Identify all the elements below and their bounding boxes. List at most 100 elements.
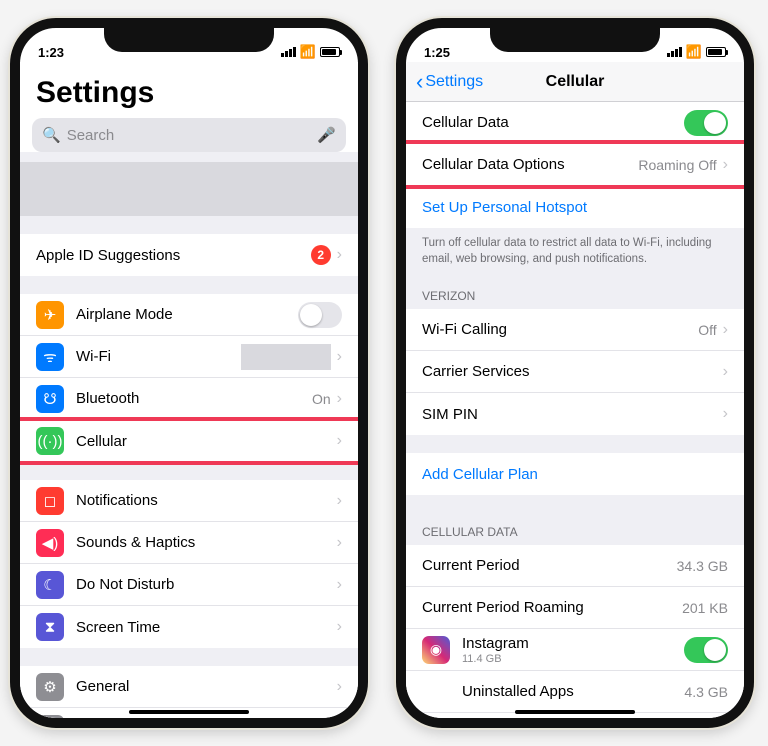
settings-row-cellular[interactable]: ((·)) Cellular › <box>20 420 358 462</box>
toggle[interactable] <box>298 302 342 328</box>
add-cellular-plan-row[interactable]: Add Cellular Plan <box>406 453 744 495</box>
notifications-icon: ◻ <box>36 487 64 515</box>
apple-id-suggestions-row[interactable]: Apple ID Suggestions 2 › <box>20 234 358 276</box>
chevron-right-icon: › <box>337 678 342 696</box>
row-label: Current Period Roaming <box>422 599 584 616</box>
signal-icon <box>667 47 682 57</box>
add-plan-group: Add Cellular Plan <box>406 453 744 495</box>
screentime-icon: ⧗ <box>36 613 64 641</box>
settings-row-dnd[interactable]: ☾Do Not Disturb› <box>20 564 358 606</box>
row-label: Wi-Fi <box>76 348 111 365</box>
row-label: Set Up Personal Hotspot <box>422 199 587 216</box>
row-label: Add Cellular Plan <box>422 466 538 483</box>
cellular-data-toggle[interactable] <box>684 110 728 136</box>
chevron-right-icon: › <box>337 348 342 366</box>
row-label: Carrier Services <box>422 363 530 380</box>
settings-row-sounds[interactable]: ◀)Sounds & Haptics› <box>20 522 358 564</box>
usage-row[interactable]: Current Period Roaming201 KB <box>406 587 744 629</box>
cellular-data-group: Cellular Data Cellular Data Options Roam… <box>406 102 744 228</box>
cellular-screen: ‹ Settings Cellular Cellular Data Cellul… <box>406 62 744 718</box>
redacted-block <box>20 162 358 216</box>
chevron-left-icon: ‹ <box>416 69 423 95</box>
back-label: Settings <box>425 73 483 91</box>
row-label: Notifications <box>76 492 158 509</box>
row[interactable]: SIM PIN› <box>406 393 744 435</box>
app-toggle[interactable] <box>684 637 728 663</box>
highlight-marker <box>20 417 358 465</box>
row-label: Airplane Mode <box>76 306 173 323</box>
cellular-data-options-row[interactable]: Cellular Data Options Roaming Off › <box>406 144 744 186</box>
search-icon: 🔍 <box>42 126 61 144</box>
row-label: General <box>76 678 129 695</box>
row-detail: Off <box>698 322 716 338</box>
row-detail: 34.3 GB <box>677 558 728 574</box>
settings-screen: Settings 🔍 Search 🎤 Apple ID Suggestions… <box>20 62 358 718</box>
settings-row-wifi[interactable]: ᯤ Wi-Fi › <box>20 336 358 378</box>
row-label: Do Not Disturb <box>76 576 174 593</box>
row-label: Bluetooth <box>76 390 139 407</box>
home-indicator[interactable] <box>515 710 635 714</box>
battery-icon <box>706 47 726 57</box>
row[interactable]: Wi-Fi Calling Off › <box>406 309 744 351</box>
battery-icon <box>320 47 340 57</box>
row-label: Cellular Data <box>422 114 509 131</box>
search-input[interactable]: 🔍 Search 🎤 <box>32 118 346 152</box>
clock: 1:23 <box>38 45 64 60</box>
settings-row-bluetooth[interactable]: ☋BluetoothOn› <box>20 378 358 420</box>
mic-icon[interactable]: 🎤 <box>317 126 336 144</box>
section-footer: Turn off cellular data to restrict all d… <box>406 228 744 275</box>
chevron-right-icon: › <box>337 492 342 510</box>
sounds-icon: ◀) <box>36 529 64 557</box>
chevron-right-icon: › <box>337 390 342 408</box>
chevron-right-icon: › <box>337 534 342 552</box>
row-label: Apple ID Suggestions <box>36 247 180 264</box>
page-title: Cellular <box>546 73 605 91</box>
chevron-right-icon: › <box>723 321 728 339</box>
row-label: Cellular Data Options <box>422 156 565 173</box>
chevron-right-icon: › <box>337 432 342 450</box>
row-label: SIM PIN <box>422 406 478 423</box>
settings-row-screentime[interactable]: ⧗Screen Time› <box>20 606 358 648</box>
alerts-group: ◻Notifications›◀)Sounds & Haptics›☾Do No… <box>20 480 358 648</box>
row-label: Cellular <box>76 433 127 450</box>
row-label: Current Period <box>422 557 520 574</box>
app-label: Uninstalled Apps <box>462 683 574 700</box>
dnd-icon: ☾ <box>36 571 64 599</box>
cellular-icon: ((·)) <box>36 427 64 455</box>
notch <box>490 28 660 52</box>
redacted <box>241 344 331 370</box>
status-icons: 📶 <box>281 44 340 60</box>
settings-row-notifications[interactable]: ◻ Notifications › <box>20 480 358 522</box>
instagram-icon: ◉ <box>422 636 450 664</box>
cellular-data-row[interactable]: Cellular Data <box>406 102 744 144</box>
clock: 1:25 <box>424 45 450 60</box>
app-label: Instagram11.4 GB <box>462 635 529 665</box>
status-icons: 📶 <box>667 44 726 60</box>
search-placeholder: Search <box>67 127 115 144</box>
badge-count: 2 <box>311 245 331 265</box>
chevron-right-icon: › <box>337 618 342 636</box>
row-detail: Roaming Off <box>638 157 716 173</box>
home-indicator[interactable] <box>129 710 249 714</box>
airplane-icon: ✈ <box>36 301 64 329</box>
settings-row-general[interactable]: ⚙ General › <box>20 666 358 708</box>
back-button[interactable]: ‹ Settings <box>416 69 483 95</box>
signal-icon <box>281 47 296 57</box>
row[interactable]: Carrier Services › <box>406 351 744 393</box>
app-sub: 11.4 GB <box>462 653 529 665</box>
usage-header: CELLULAR DATA <box>406 495 744 545</box>
app-row[interactable]: ◉ Instagram11.4 GB <box>406 629 744 671</box>
usage-row[interactable]: Current Period 34.3 GB <box>406 545 744 587</box>
chevron-right-icon: › <box>723 363 728 381</box>
settings-row-airplane[interactable]: ✈ Airplane Mode <box>20 294 358 336</box>
nav-bar: ‹ Settings Cellular <box>406 62 744 102</box>
wifi-icon: ᯤ <box>36 343 64 371</box>
general-icon: ⚙ <box>36 673 64 701</box>
row-label: Wi-Fi Calling <box>422 321 507 338</box>
wifi-icon: 📶 <box>686 44 702 60</box>
connectivity-group: ✈Airplane ModeᯤWi-Fi›☋BluetoothOn›((·))C… <box>20 294 358 462</box>
carrier-group: Wi-Fi Calling Off › Carrier Services › SIM PI… <box>406 309 744 435</box>
app-row[interactable]: Uninstalled Apps4.3 GB <box>406 671 744 713</box>
personal-hotspot-row[interactable]: Set Up Personal Hotspot <box>406 186 744 228</box>
bluetooth-icon: ☋ <box>36 385 64 413</box>
